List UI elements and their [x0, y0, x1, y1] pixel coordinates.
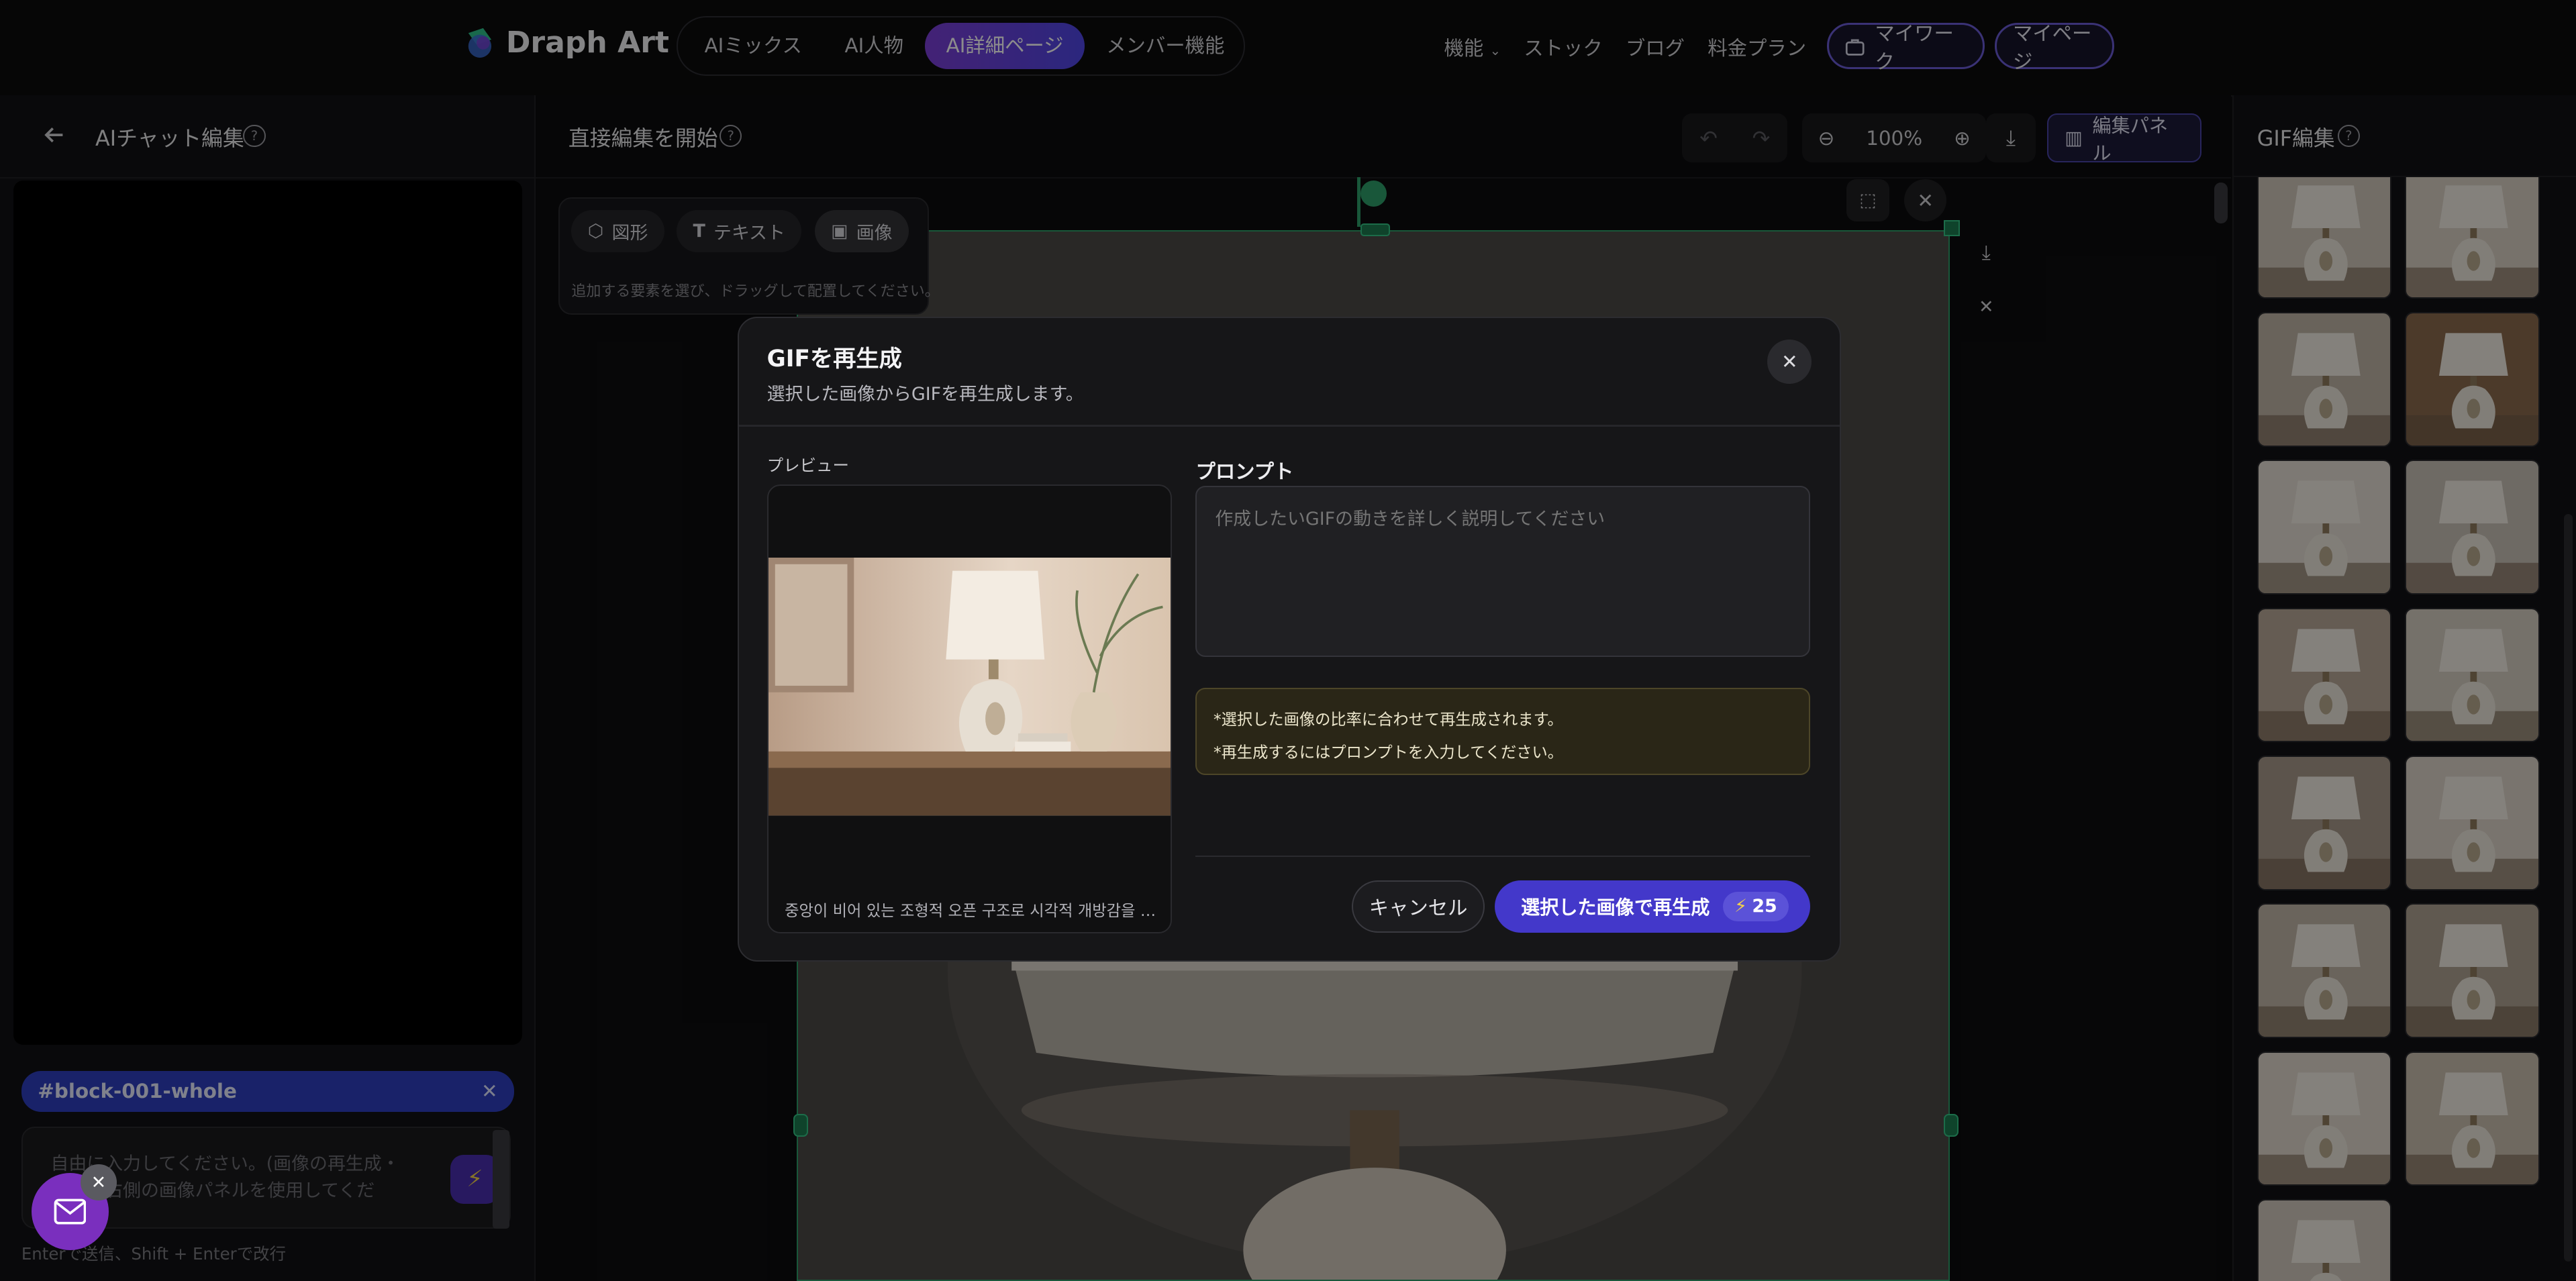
regenerate-label: 選択した画像で再生成 [1521, 896, 1710, 919]
mail-icon [54, 1198, 86, 1225]
preview-image [768, 558, 1171, 816]
modal-divider [739, 425, 1840, 427]
prompt-textarea[interactable] [1195, 486, 1810, 657]
close-icon: ✕ [1781, 350, 1798, 374]
preview-caption: 중앙이 비어 있는 조형적 오픈 구조로 시각적 개방감을 주... [785, 901, 1160, 920]
preview-label: プレビュー [766, 456, 849, 476]
modal-footer-divider [1195, 855, 1810, 858]
cancel-button[interactable]: キャンセル [1352, 880, 1485, 933]
fab-close-button[interactable]: ✕ [80, 1164, 117, 1201]
modal-close-button[interactable]: ✕ [1767, 340, 1812, 385]
modal-title: GIFを再生成 [766, 346, 902, 373]
credit-cost-badge: ⚡ 25 [1722, 891, 1789, 921]
close-icon: ✕ [91, 1172, 107, 1193]
notice-line: *再生成するにはプロンプトを入力してください。 [1213, 744, 1563, 762]
modal-subtitle: 選択した画像からGIFを再生成します。 [766, 383, 1084, 405]
prompt-label: プロンプト [1195, 460, 1294, 483]
credit-cost: 25 [1752, 896, 1777, 917]
regenerate-button[interactable]: 選択した画像で再生成 ⚡ 25 [1494, 880, 1810, 933]
notice-line: *選択した画像の比率に合わせて再生成されます。 [1213, 711, 1563, 729]
notice-box: *選択した画像の比率に合わせて再生成されます。 *再生成するにはプロンプトを入力… [1195, 688, 1810, 775]
lightning-icon: ⚡ [1734, 896, 1747, 917]
preview-box: 중앙이 비어 있는 조형적 오픈 구조로 시각적 개방감을 주... [766, 484, 1173, 934]
regenerate-gif-modal: GIFを再生成 選択した画像からGIFを再生成します。 ✕ プレビュー 중앙이 … [738, 317, 1841, 962]
